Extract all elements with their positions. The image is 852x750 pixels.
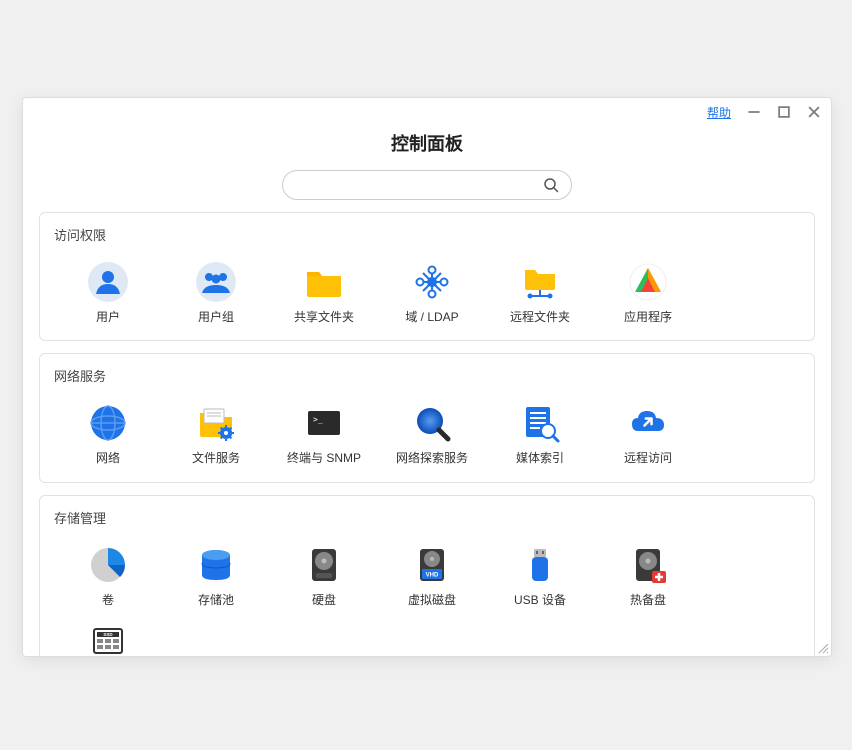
user-group-icon (194, 260, 238, 304)
terminal-icon: >_ (302, 401, 346, 445)
vhd-icon: VHD (410, 543, 454, 587)
item-vhd[interactable]: VHD 虚拟磁盘 (378, 537, 486, 613)
item-label: USB 设备 (514, 593, 566, 607)
section-storage: 存储管理 卷 存储池 (39, 495, 815, 656)
volume-icon (86, 543, 130, 587)
remote-folder-icon (518, 260, 562, 304)
item-label: 硬盘 (312, 593, 336, 607)
grid: 用户 用户组 共享文件夹 (54, 254, 800, 330)
item-label: 远程文件夹 (510, 310, 570, 324)
item-storage-pool[interactable]: 存储池 (162, 537, 270, 613)
section-title: 访问权限 (54, 225, 800, 244)
file-service-icon (194, 401, 238, 445)
item-label: 热备盘 (630, 593, 666, 607)
item-label: 文件服务 (192, 451, 240, 465)
search-field[interactable] (282, 170, 572, 200)
item-hdd[interactable]: 硬盘 (270, 537, 378, 613)
usb-icon (518, 543, 562, 587)
item-terminal[interactable]: >_ 终端与 SNMP (270, 395, 378, 471)
item-user-group[interactable]: 用户组 (162, 254, 270, 330)
ssd-cache-icon: SSD (86, 619, 130, 656)
item-label: 用户组 (198, 310, 234, 324)
user-icon (86, 260, 130, 304)
minimize-button[interactable] (747, 105, 761, 119)
item-label: 网络探索服务 (396, 451, 468, 465)
svg-text:SSD: SSD (103, 632, 113, 637)
remote-access-icon (626, 401, 670, 445)
item-hot-spare[interactable]: 热备盘 (594, 537, 702, 613)
item-label: 存储池 (198, 593, 234, 607)
search-input[interactable] (295, 178, 543, 193)
help-link[interactable]: 帮助 (707, 104, 731, 121)
section-title: 存储管理 (54, 508, 800, 527)
page-title: 控制面板 (23, 130, 831, 156)
item-network[interactable]: 网络 (54, 395, 162, 471)
titlebar: 帮助 (23, 98, 831, 126)
apps-icon (626, 260, 670, 304)
svg-text:>_: >_ (313, 415, 323, 424)
hot-spare-icon (626, 543, 670, 587)
item-volume[interactable]: 卷 (54, 537, 162, 613)
item-hyper-cache[interactable]: SSD Hyper Cache (54, 613, 162, 656)
item-discovery[interactable]: 网络探索服务 (378, 395, 486, 471)
control-panel-window: 帮助 控制面板 访问权限 (22, 97, 832, 657)
item-label: 用户 (96, 310, 120, 324)
item-label: 媒体索引 (516, 451, 564, 465)
discovery-icon (410, 401, 454, 445)
item-ldap[interactable]: 域 / LDAP (378, 254, 486, 330)
media-index-icon (518, 401, 562, 445)
hdd-icon (302, 543, 346, 587)
item-label: 卷 (102, 593, 114, 607)
svg-text:VHD: VHD (426, 572, 439, 578)
item-label: 终端与 SNMP (287, 451, 361, 465)
item-label: 虚拟磁盘 (408, 593, 456, 607)
item-media-index[interactable]: 媒体索引 (486, 395, 594, 471)
item-remote-folder[interactable]: 远程文件夹 (486, 254, 594, 330)
item-user[interactable]: 用户 (54, 254, 162, 330)
section-access: 访问权限 用户 用户组 (39, 212, 815, 341)
item-label: 共享文件夹 (294, 310, 354, 324)
item-label: 域 / LDAP (405, 310, 458, 324)
item-label: 网络 (96, 451, 120, 465)
item-remote-access[interactable]: 远程访问 (594, 395, 702, 471)
item-file-service[interactable]: 文件服务 (162, 395, 270, 471)
item-apps[interactable]: 应用程序 (594, 254, 702, 330)
folder-icon (302, 260, 346, 304)
item-label: 远程访问 (624, 451, 672, 465)
header: 控制面板 (23, 126, 831, 212)
resize-handle[interactable] (817, 642, 829, 654)
item-shared-folder[interactable]: 共享文件夹 (270, 254, 378, 330)
grid: 网络 文件服务 >_ 终端与 SNMP (54, 395, 800, 471)
network-icon (86, 401, 130, 445)
grid: 卷 存储池 硬盘 VHD (54, 537, 800, 656)
storage-pool-icon (194, 543, 238, 587)
maximize-button[interactable] (777, 105, 791, 119)
item-label: 应用程序 (624, 310, 672, 324)
item-usb[interactable]: USB 设备 (486, 537, 594, 613)
section-title: 网络服务 (54, 366, 800, 385)
close-button[interactable] (807, 105, 821, 119)
ldap-icon (410, 260, 454, 304)
content-area: 访问权限 用户 用户组 (23, 212, 831, 656)
search-icon (543, 177, 559, 193)
section-network: 网络服务 网络 文件服务 >_ (39, 353, 815, 482)
